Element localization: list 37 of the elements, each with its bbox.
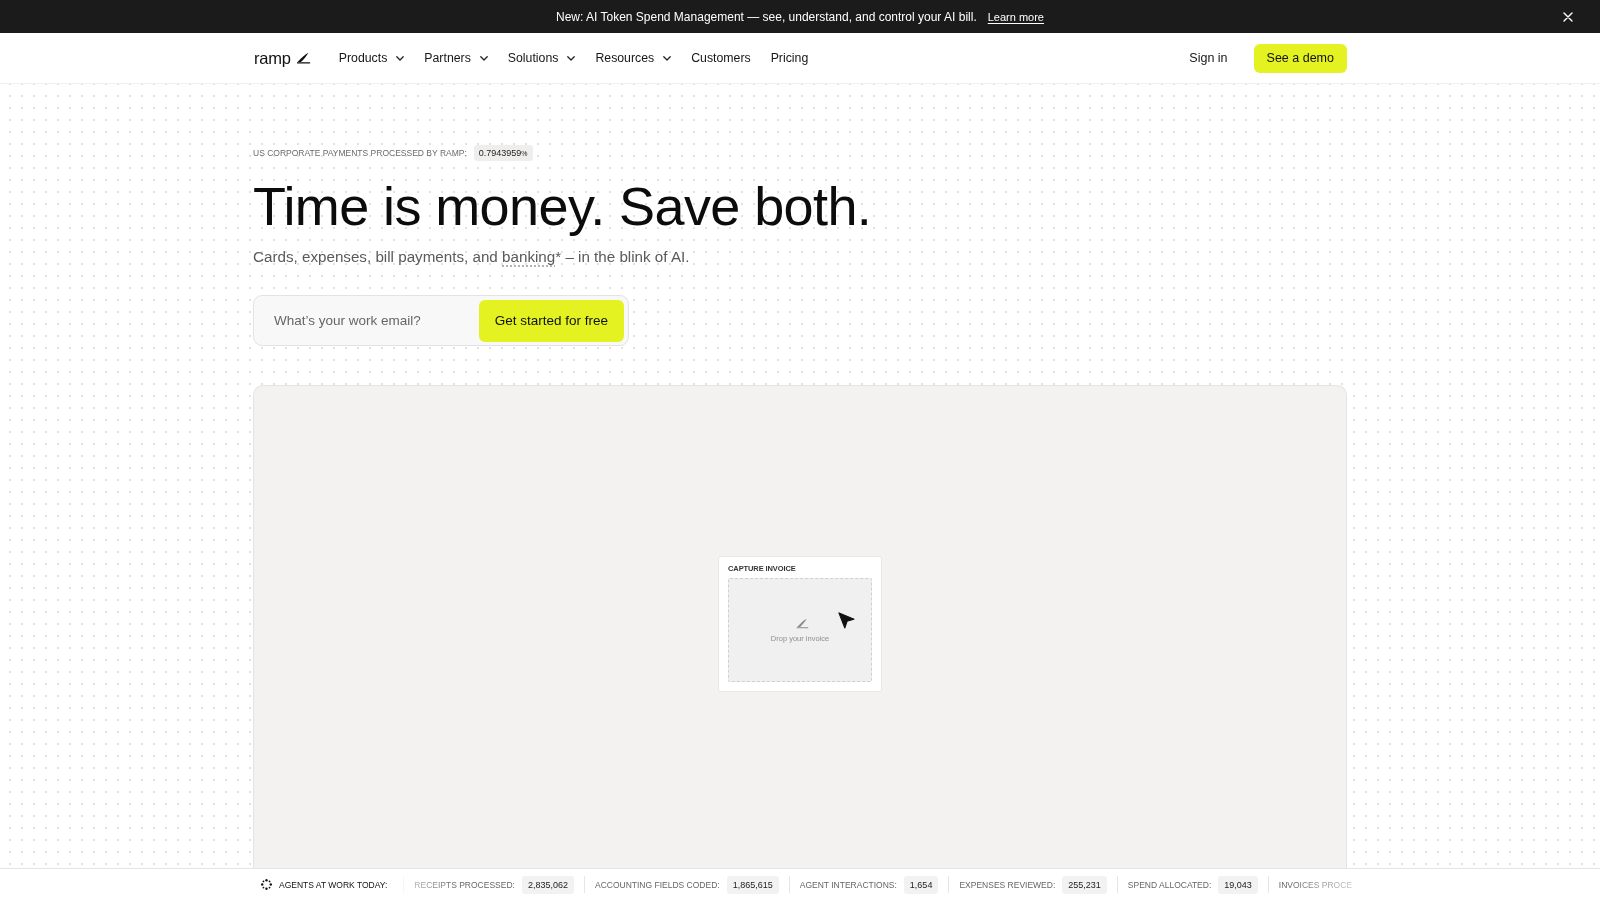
stat-value: 1,865,615 <box>726 875 779 894</box>
stat-value: 1,654 <box>903 875 939 894</box>
nav-link[interactable]: Customers <box>691 51 751 65</box>
chevron-down-icon <box>663 55 672 61</box>
stat-label: ACCOUNTING FIELDS CODED: <box>595 879 720 890</box>
chevron-down-icon <box>396 55 405 61</box>
chevron-down-icon <box>567 55 576 61</box>
chevron-down-icon <box>479 55 488 61</box>
nav-dropdown[interactable]: Partners <box>424 51 488 65</box>
close-icon <box>1563 11 1573 22</box>
stat-label: RECEIPTS PROCESSED: <box>414 879 515 890</box>
learn-more-link[interactable]: Learn more <box>987 10 1044 23</box>
email-field[interactable]: What’s your work email? Get started for free <box>253 295 629 346</box>
cursor-arrow-icon <box>838 612 855 629</box>
stat-value: 19,043 <box>1218 875 1258 894</box>
close-button[interactable] <box>1563 11 1573 22</box>
payments-counter-label: US CORPORATE PAYMENTS PROCESSED BY RAMP: <box>253 148 467 158</box>
hero-subtitle: Cards, expenses, bill payments, and banking* – in the blink of AI. <box>253 248 690 266</box>
nav-link[interactable]: Pricing <box>770 51 809 65</box>
dots-ring-icon <box>261 879 272 890</box>
term-link[interactable]: banking <box>502 248 556 265</box>
stat-value: 2,835,062 <box>521 875 574 894</box>
sign-in-link[interactable]: Sign in <box>1189 51 1228 65</box>
stat-label: EXPENSES REVIEWED: <box>959 879 1056 890</box>
nav-dropdown[interactable]: Products <box>338 51 405 65</box>
announcement-text: New: AI Token Spend Management — see, understand, and control your AI bill. <box>556 9 977 24</box>
nav-dropdown[interactable]: Resources <box>595 51 672 65</box>
stat-label: SPEND ALLOCATED: <box>1127 879 1212 890</box>
hero-headline: Time is money. Save both. <box>253 176 872 236</box>
demo-button[interactable]: See a demo <box>1253 43 1347 73</box>
stat-label: AGENT INTERACTIONS: <box>799 879 897 890</box>
stat-label: INVOICES PROCE <box>1278 879 1353 890</box>
stat-value: 255,231 <box>1062 875 1107 894</box>
nav-dropdown[interactable]: Solutions <box>507 51 576 65</box>
get-started-button[interactable]: Get started for free <box>478 299 624 342</box>
logo-link[interactable]: ramp <box>254 48 311 68</box>
ticker-title: AGENTS AT WORK TODAY: <box>279 879 388 890</box>
